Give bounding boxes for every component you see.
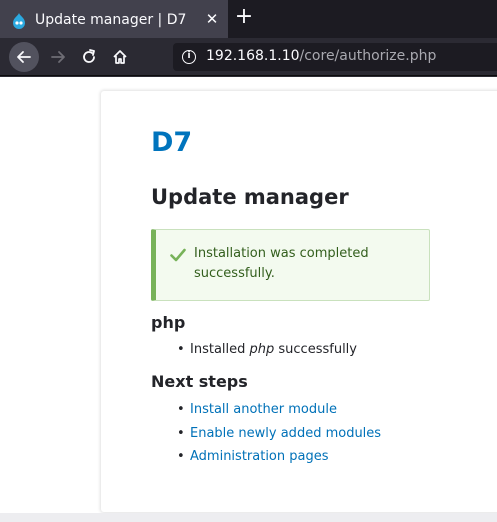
drupal-icon: [13, 13, 25, 29]
new-tab-button[interactable]: +: [234, 6, 254, 28]
page-viewport: D7 Update manager Installation was compl…: [0, 77, 497, 513]
tab-strip: Update manager | D7 ✕ +: [0, 0, 497, 38]
install-result-item: • Installed php successfully: [177, 342, 357, 357]
check-icon: [170, 248, 186, 262]
reload-button[interactable]: [74, 42, 104, 72]
home-button[interactable]: [105, 42, 135, 72]
address-bar[interactable]: i 192.168.1.10/core/authorize.php: [173, 43, 497, 71]
bullet: •: [177, 426, 185, 441]
next-steps-heading: Next steps: [151, 372, 248, 391]
url-host: 192.168.1.10: [206, 48, 300, 64]
url-text[interactable]: 192.168.1.10/core/authorize.php: [206, 48, 436, 64]
back-arrow-icon: [17, 51, 31, 63]
site-name[interactable]: D7: [151, 127, 192, 158]
tab-title: Update manager | D7: [35, 12, 187, 28]
close-tab-icon[interactable]: ✕: [204, 10, 220, 28]
bullet: •: [177, 449, 185, 464]
project-heading: php: [151, 313, 186, 332]
url-path: /core/authorize.php: [299, 48, 437, 64]
status-bar: [0, 513, 497, 522]
home-icon: [113, 50, 127, 64]
forward-button[interactable]: [43, 42, 73, 72]
site-info-icon[interactable]: i: [182, 50, 196, 64]
list-item: • Install another module: [177, 402, 337, 417]
bullet: •: [177, 342, 185, 357]
navigation-toolbar: i 192.168.1.10/core/authorize.php: [0, 38, 497, 76]
forward-arrow-icon: [51, 51, 65, 63]
tab-update-manager[interactable]: Update manager | D7 ✕: [0, 0, 228, 38]
success-message: Installation was completed successfully.: [151, 229, 430, 301]
enable-modules-link[interactable]: Enable newly added modules: [190, 426, 381, 441]
list-item: • Enable newly added modules: [177, 426, 381, 441]
success-message-text: Installation was completed successfully.: [194, 246, 369, 281]
back-button[interactable]: [9, 42, 39, 72]
list-item: • Administration pages: [177, 449, 329, 464]
content-card: D7 Update manager Installation was compl…: [101, 91, 497, 512]
bullet: •: [177, 402, 185, 417]
reload-icon: [83, 49, 95, 63]
result-prefix: Installed: [190, 342, 250, 357]
page-title: Update manager: [151, 185, 349, 209]
administration-pages-link[interactable]: Administration pages: [190, 449, 329, 464]
result-project: php: [249, 342, 275, 357]
result-suffix: successfully: [274, 342, 357, 357]
install-another-module-link[interactable]: Install another module: [190, 402, 337, 417]
